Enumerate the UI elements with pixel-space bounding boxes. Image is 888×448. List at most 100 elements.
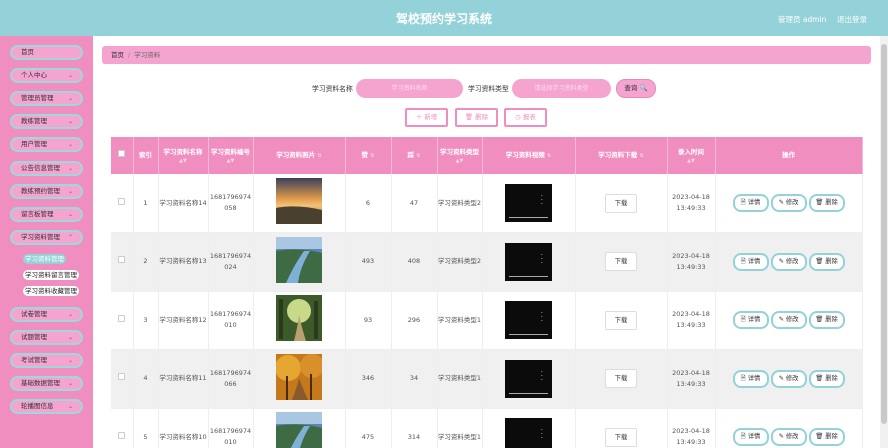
row-checkbox[interactable]	[118, 431, 126, 439]
sidebar-item-notice[interactable]: 公告信息管理 ⌄	[10, 161, 83, 176]
name-cell: 学习资料名称12	[158, 291, 209, 350]
select-all-checkbox[interactable]	[118, 150, 126, 157]
edit-button[interactable]: ✎ 修改	[770, 369, 807, 388]
delete-button[interactable]: 🗑 删除	[455, 108, 498, 127]
type-cell: 学习资料类型2	[437, 232, 483, 292]
vertical-scrollbar[interactable]	[880, 36, 888, 448]
sidebar-subitem-material-comments[interactable]: 学习资料留言管理	[23, 270, 79, 280]
download-button[interactable]: 下载	[605, 427, 637, 447]
row-delete-button[interactable]: 🗑 删除	[808, 311, 845, 330]
download-button[interactable]: 下载	[605, 252, 637, 272]
table-header-row: 索引 学习资料名称 ▲▼ 学习资料编号 ▲▼ 学习资料照片 ⇅ 赞 ⇅ 踩 ⇅ 学习…	[111, 137, 863, 174]
sidebar-item-paper[interactable]: 试卷管理 ⌄	[10, 307, 83, 322]
edit-button[interactable]: ✎ 修改	[770, 428, 807, 447]
query-button[interactable]: 查询 🔍	[616, 79, 656, 98]
detail-button[interactable]: 🗎 详情	[732, 194, 769, 212]
video-player[interactable]: · · ·	[505, 184, 552, 222]
sidebar-item-carousel[interactable]: 轮播图信息 ⌄	[10, 399, 83, 414]
detail-button[interactable]: 🗎 详情	[732, 369, 769, 388]
detail-button[interactable]: 🗎 详情	[732, 428, 769, 447]
sidebar-item-coach[interactable]: 教练管理 ⌄	[10, 114, 83, 129]
video-player[interactable]: · · ·	[505, 418, 552, 448]
video-progress-bar[interactable]	[509, 334, 548, 336]
edit-button[interactable]: ✎ 修改	[770, 252, 807, 271]
material-photo[interactable]	[276, 412, 322, 448]
download-cell: 下载	[575, 232, 668, 292]
more-options-icon[interactable]: · · ·	[541, 310, 543, 325]
photo-cell	[253, 408, 346, 448]
material-photo[interactable]	[275, 353, 324, 400]
video-player[interactable]: · · ·	[505, 359, 552, 398]
detail-button[interactable]: 🗎 详情	[732, 311, 769, 330]
edit-button[interactable]: ✎ 修改	[770, 194, 807, 212]
download-button[interactable]: 下载	[605, 310, 637, 330]
type-cell: 学习资料类型1	[437, 408, 483, 448]
video-player[interactable]: · · ·	[505, 301, 552, 340]
time-cell: 2023-04-18 13:49:33	[667, 291, 716, 350]
column-header-name[interactable]: 学习资料名称 ▲▼	[158, 137, 209, 174]
row-delete-button[interactable]: 🗑 删除	[808, 428, 845, 447]
row-checkbox[interactable]	[118, 256, 126, 264]
material-photo[interactable]	[276, 236, 322, 283]
video-progress-bar[interactable]	[509, 275, 548, 277]
chevron-down-icon: ⌄	[67, 211, 73, 218]
more-options-icon[interactable]: · · ·	[541, 193, 543, 208]
row-delete-button[interactable]: 🗑 删除	[808, 252, 845, 271]
more-options-icon[interactable]: · · ·	[541, 427, 543, 442]
sidebar-item-booking[interactable]: 教练预约管理 ⌄	[10, 184, 83, 199]
sidebar-subitem-study-material[interactable]: 学习资料管理	[23, 254, 66, 264]
column-header-type[interactable]: 学习资料类型 ▲▼	[437, 137, 483, 174]
column-header-video[interactable]: 学习资料视频 ⇅	[482, 137, 576, 174]
detail-button[interactable]: 🗎 详情	[732, 252, 769, 271]
admin-label: 管理员 admin	[778, 15, 827, 24]
chevron-down-icon: ⌄	[67, 188, 73, 195]
sidebar-item-question[interactable]: 试题管理 ⌄	[10, 330, 83, 345]
row-delete-button[interactable]: 🗑 删除	[808, 194, 845, 212]
download-button[interactable]: 下载	[605, 369, 637, 389]
table-row: 1 学习资料名称14 1681796974058 6 47 学习资料类型2 · · · 下载 202…	[111, 174, 863, 233]
sidebar-item-exam[interactable]: 考试管理 ⌄	[10, 353, 83, 368]
row-delete-button[interactable]: 🗑 删除	[808, 369, 845, 388]
column-header-likes[interactable]: 赞 ⇅	[345, 137, 392, 174]
column-header-dislikes[interactable]: 踩 ⇅	[391, 137, 438, 174]
sidebar-item-personal-center[interactable]: 个人中心 ⌄	[10, 68, 83, 83]
name-cell: 学习资料名称13	[158, 232, 209, 292]
breadcrumb-home[interactable]: 首页	[111, 51, 124, 59]
column-header-photo[interactable]: 学习资料照片 ⇅	[253, 137, 346, 174]
video-progress-bar[interactable]	[509, 392, 548, 394]
material-photo[interactable]	[276, 178, 322, 224]
sidebar-item-label: 教练管理	[21, 117, 47, 125]
material-photo[interactable]	[276, 295, 322, 342]
column-header-time[interactable]: 录入时间 ▲▼	[667, 137, 716, 174]
sidebar-item-home[interactable]: 首页	[10, 45, 83, 60]
row-checkbox[interactable]	[118, 373, 126, 381]
more-options-icon[interactable]: · · ·	[541, 251, 543, 266]
video-progress-bar[interactable]	[509, 217, 548, 218]
row-checkbox[interactable]	[118, 314, 126, 322]
sidebar-item-user[interactable]: 用户管理 ⌄	[10, 137, 83, 152]
column-header-number[interactable]: 学习资料编号 ▲▼	[208, 137, 254, 174]
sidebar-subitem-material-favorites[interactable]: 学习资料收藏管理	[23, 286, 79, 296]
sidebar-item-message-board[interactable]: 留言板管理 ⌄	[10, 207, 83, 222]
logout-link[interactable]: 退出登录	[837, 14, 867, 25]
column-header-label: 学习资料视频	[505, 151, 545, 159]
row-select-cell	[111, 232, 134, 292]
row-checkbox[interactable]	[118, 197, 126, 205]
sidebar-item-admin[interactable]: 管理员管理 ⌄	[10, 91, 83, 106]
index-cell: 4	[133, 349, 159, 409]
report-button[interactable]: ◷ 报表	[504, 108, 547, 127]
sidebar-item-basic-data[interactable]: 基础数据管理 ⌄	[10, 376, 83, 391]
type-select[interactable]	[512, 79, 611, 98]
download-cell: 下载	[575, 349, 668, 409]
sidebar-item-study-material[interactable]: 学习资料管理 ⌃	[10, 230, 83, 245]
video-cell: · · ·	[482, 232, 576, 292]
add-button[interactable]: ＋ 新增	[405, 108, 448, 127]
edit-button[interactable]: ✎ 修改	[770, 311, 807, 330]
more-options-icon[interactable]: · · ·	[541, 368, 543, 383]
video-player[interactable]: · · ·	[505, 242, 552, 281]
download-button[interactable]: 下载	[605, 193, 637, 213]
column-header-download[interactable]: 学习资料下载 ⇅	[575, 137, 668, 174]
type-cell: 学习资料类型2	[437, 174, 483, 233]
scrollbar-thumb[interactable]	[881, 44, 887, 424]
name-search-input[interactable]	[356, 79, 463, 98]
